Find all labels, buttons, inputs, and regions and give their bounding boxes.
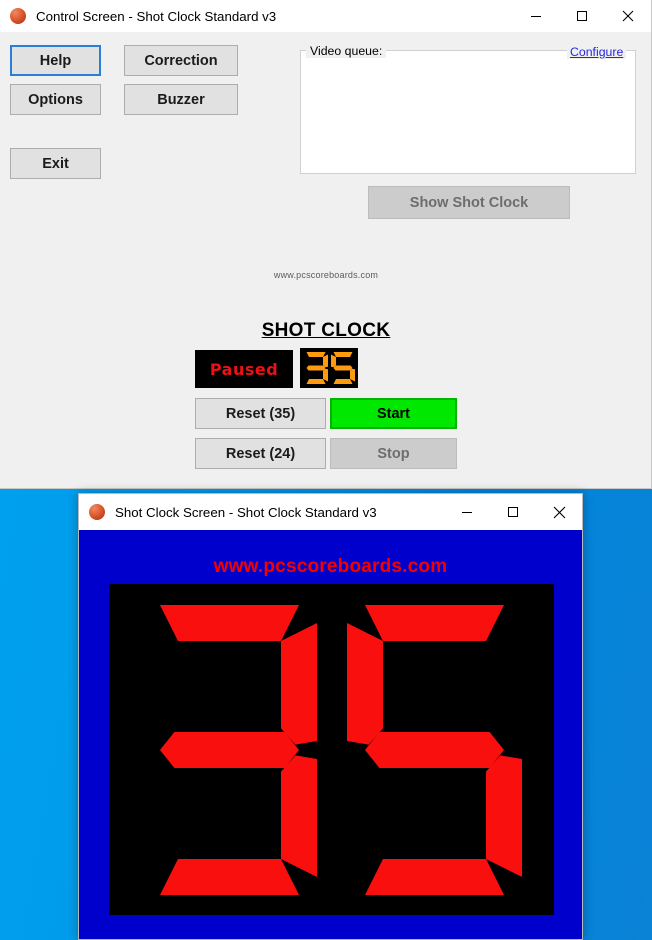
show-shot-clock-button[interactable]: Show Shot Clock [368,186,570,219]
exit-button[interactable]: Exit [10,148,101,179]
video-queue-list[interactable] [300,50,636,174]
status-badge: Paused [209,359,279,379]
clock-site-text: www.pcscoreboards.com [213,556,448,577]
correction-button[interactable]: Correction [124,45,238,76]
maximize-icon[interactable] [490,494,536,530]
big-digit-tens [142,604,317,895]
close-icon[interactable] [605,0,651,32]
configure-link[interactable]: Configure [567,45,627,59]
help-button[interactable]: Help [10,45,101,76]
basketball-icon [10,8,26,24]
minimize-icon[interactable] [444,494,490,530]
start-button[interactable]: Start [330,398,457,429]
control-site-text: www.pcscoreboards.com [273,270,379,280]
clock-window-body: www.pcscoreboards.com [79,530,582,939]
basketball-icon [89,504,105,520]
close-icon[interactable] [536,494,582,530]
mini-digit-ones [330,352,355,384]
reset-24-button[interactable]: Reset (24) [195,438,326,469]
control-window-title: Control Screen - Shot Clock Standard v3 [36,8,277,24]
shot-clock-screen-window: Shot Clock Screen - Shot Clock Standard … [78,493,583,940]
options-button[interactable]: Options [10,84,101,115]
buzzer-button[interactable]: Buzzer [124,84,238,115]
shot-clock-big-display [109,584,554,915]
control-screen-window: Control Screen - Shot Clock Standard v3 … [0,0,652,489]
minimize-icon[interactable] [513,0,559,32]
shot-clock-status-panel: Paused [195,350,293,388]
control-window-titlebar[interactable]: Control Screen - Shot Clock Standard v3 [0,0,651,32]
big-digit-ones [346,604,522,895]
shot-clock-mini-display [300,348,358,388]
stop-button[interactable]: Stop [330,438,457,469]
clock-window-controls [444,494,582,530]
mini-digit-tens [304,352,328,384]
reset-35-button[interactable]: Reset (35) [195,398,326,429]
shot-clock-heading: SHOT CLOCK [261,320,391,341]
clock-window-titlebar[interactable]: Shot Clock Screen - Shot Clock Standard … [79,494,582,530]
clock-window-title: Shot Clock Screen - Shot Clock Standard … [115,504,377,520]
maximize-icon[interactable] [559,0,605,32]
video-queue-label: Video queue: [306,44,387,58]
control-window-controls [513,0,651,32]
